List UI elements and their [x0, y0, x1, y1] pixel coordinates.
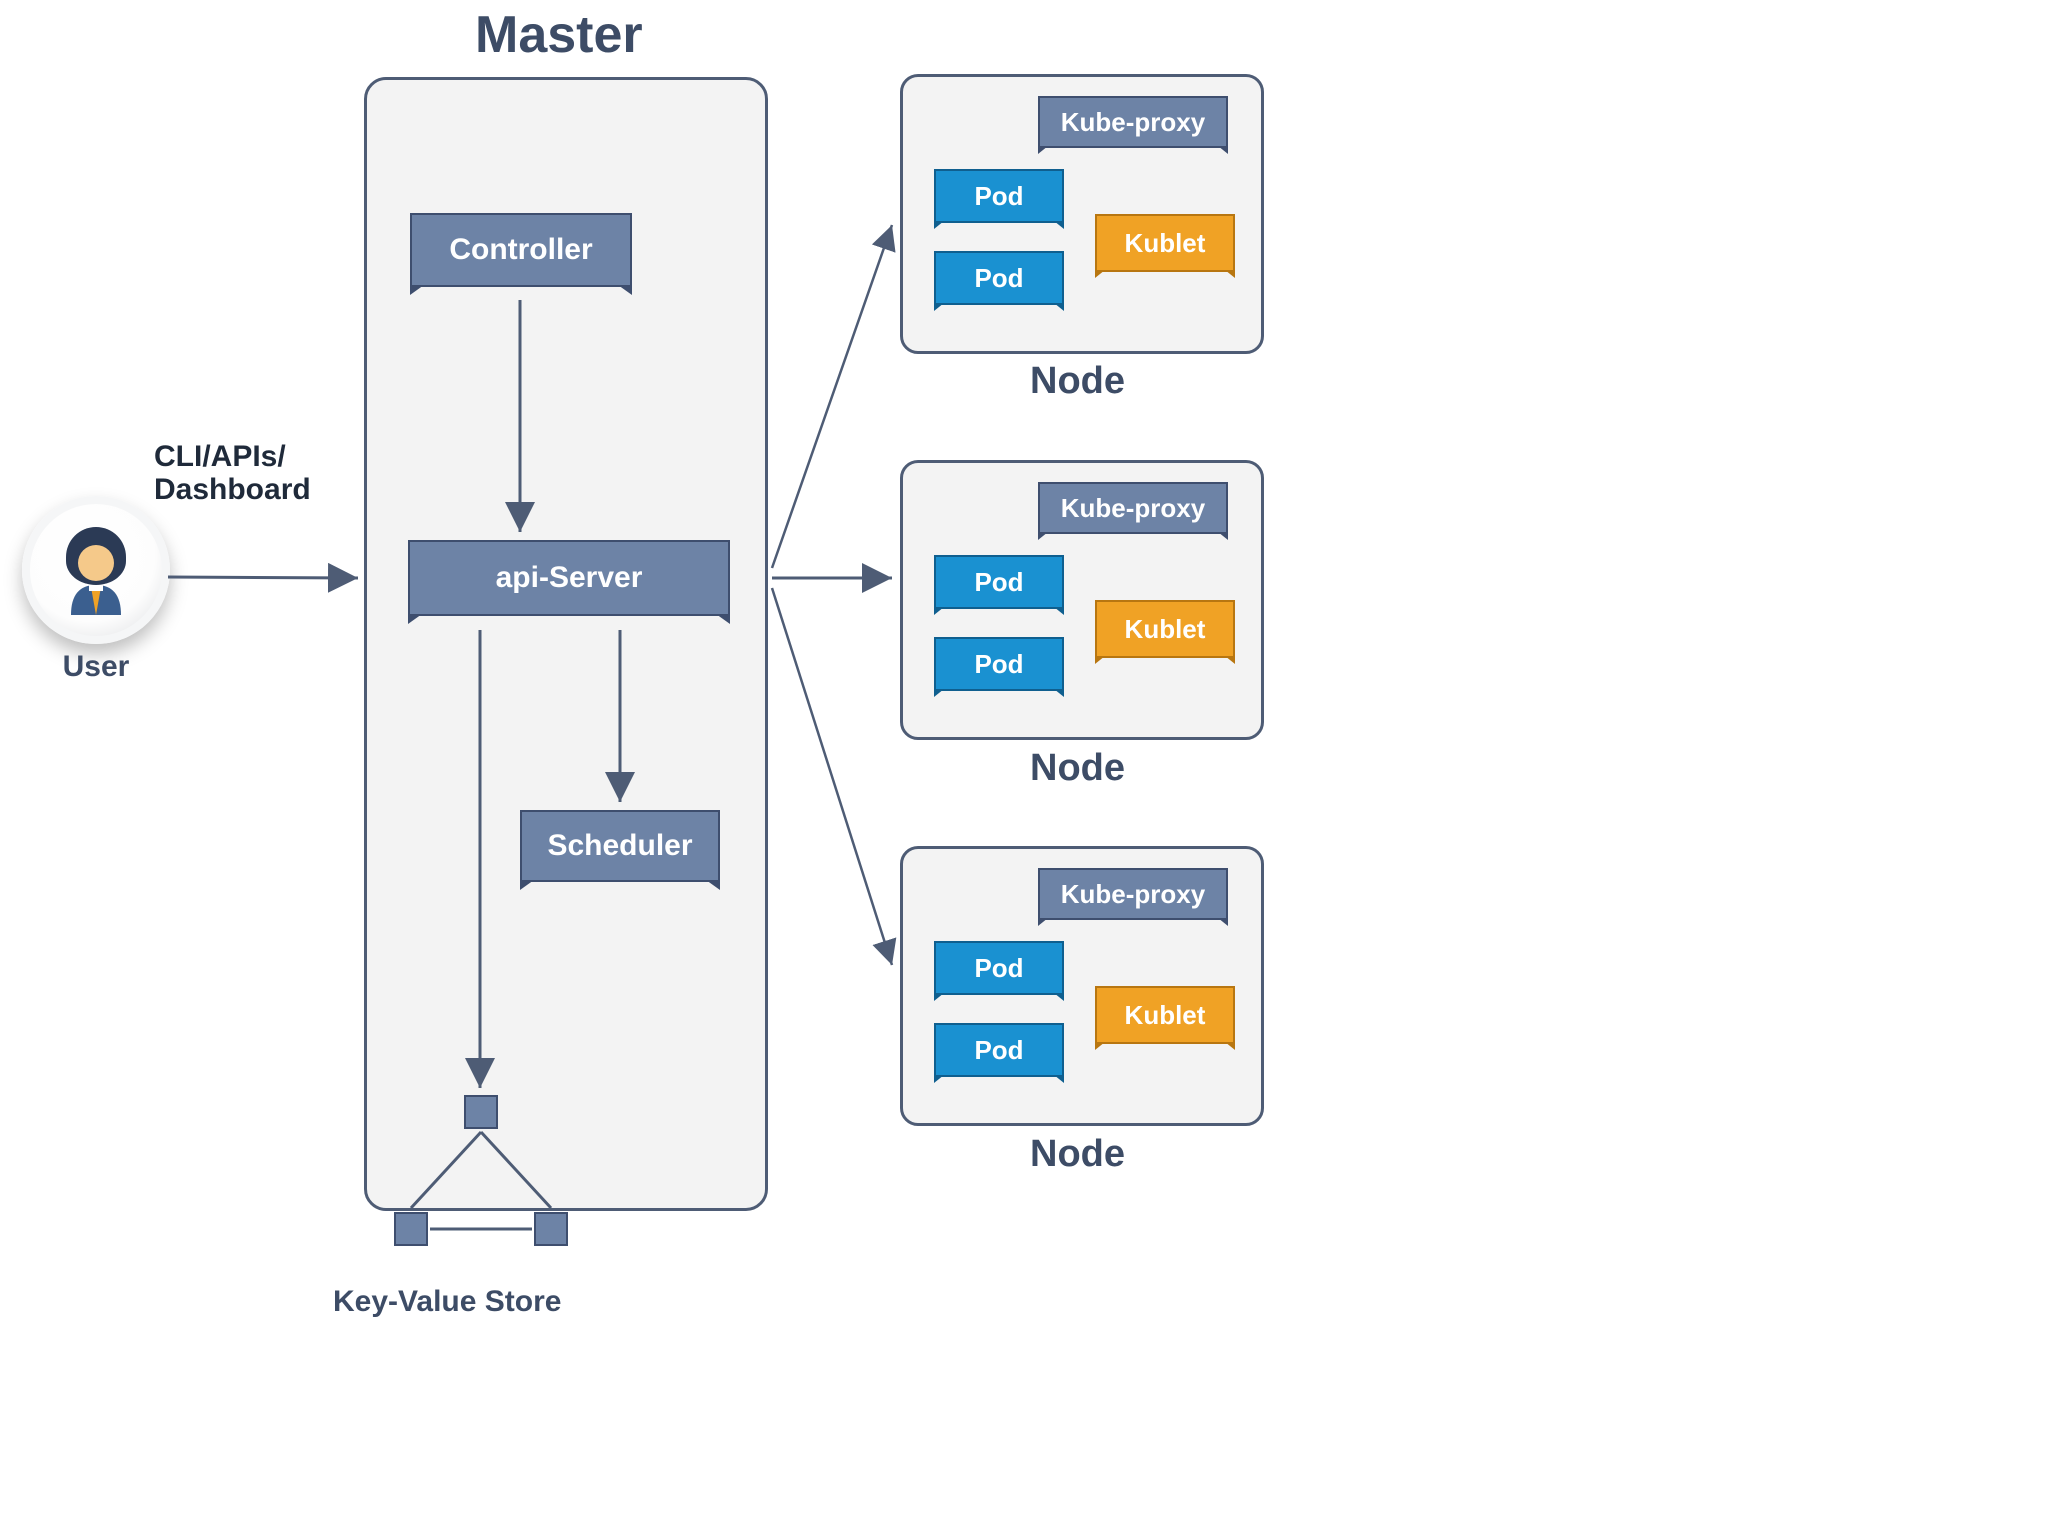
connection-label: CLI/APIs/ Dashboard — [154, 440, 311, 506]
user-label: User — [16, 650, 176, 684]
kublet-label: Kublet — [1125, 228, 1206, 259]
controller-label: Controller — [449, 233, 592, 267]
kv-node-icon — [394, 1212, 428, 1246]
user-avatar-icon — [22, 496, 170, 644]
scheduler-label: Scheduler — [547, 829, 692, 863]
pod-box: Pod — [934, 1023, 1064, 1077]
api-server-box: api-Server — [408, 540, 730, 616]
kublet-box: Kublet — [1095, 986, 1235, 1044]
person-icon — [51, 525, 141, 615]
pod-label: Pod — [974, 567, 1023, 598]
kublet-box: Kublet — [1095, 600, 1235, 658]
pod-label: Pod — [974, 649, 1023, 680]
user-block: User — [16, 496, 176, 696]
pod-label: Pod — [974, 263, 1023, 294]
diagram-canvas: Master Controller api-Server Scheduler U… — [0, 0, 2048, 1537]
pod-label: Pod — [974, 181, 1023, 212]
conn-line2: Dashboard — [154, 473, 311, 506]
kube-proxy-box: Kube-proxy — [1038, 96, 1228, 148]
master-title: Master — [475, 5, 643, 65]
node-label: Node — [1030, 360, 1125, 403]
kube-proxy-box: Kube-proxy — [1038, 482, 1228, 534]
pod-box: Pod — [934, 555, 1064, 609]
controller-box: Controller — [410, 213, 632, 287]
kv-node-icon — [534, 1212, 568, 1246]
kube-proxy-label: Kube-proxy — [1061, 493, 1205, 524]
kube-proxy-label: Kube-proxy — [1061, 107, 1205, 138]
kublet-label: Kublet — [1125, 614, 1206, 645]
kube-proxy-label: Kube-proxy — [1061, 879, 1205, 910]
kublet-box: Kublet — [1095, 214, 1235, 272]
pod-label: Pod — [974, 1035, 1023, 1066]
pod-box: Pod — [934, 637, 1064, 691]
kube-proxy-box: Kube-proxy — [1038, 868, 1228, 920]
node-label: Node — [1030, 747, 1125, 790]
conn-line1: CLI/APIs/ — [154, 440, 311, 473]
kublet-label: Kublet — [1125, 1000, 1206, 1031]
pod-box: Pod — [934, 941, 1064, 995]
api-server-label: api-Server — [496, 561, 643, 595]
pod-box: Pod — [934, 251, 1064, 305]
pod-label: Pod — [974, 953, 1023, 984]
pod-box: Pod — [934, 169, 1064, 223]
kv-node-icon — [464, 1095, 498, 1129]
kv-store-label: Key-Value Store — [333, 1285, 561, 1319]
scheduler-box: Scheduler — [520, 810, 720, 882]
node-label: Node — [1030, 1133, 1125, 1176]
